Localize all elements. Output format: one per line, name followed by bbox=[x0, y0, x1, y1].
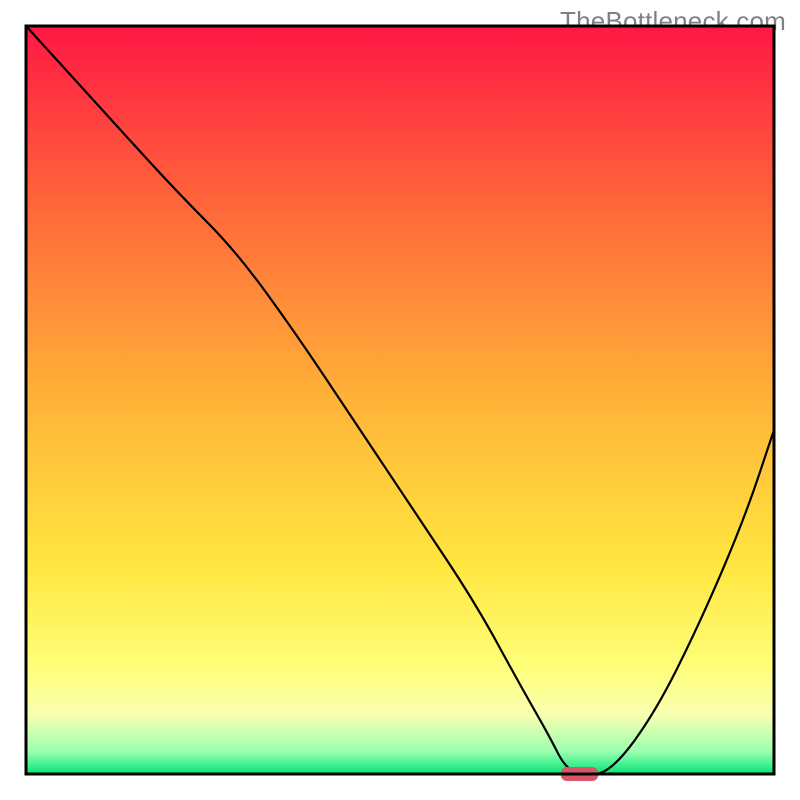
bottleneck-chart bbox=[0, 0, 800, 800]
chart-background bbox=[26, 26, 774, 774]
